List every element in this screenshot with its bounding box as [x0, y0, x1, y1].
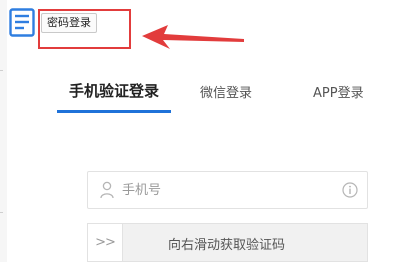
login-tabs: 手机验证登录 微信登录 APP登录: [57, 74, 409, 114]
slider-handle[interactable]: >>: [88, 224, 123, 261]
annotation-arrow-icon: [142, 25, 244, 49]
slide-verification-bar[interactable]: >> 向右滑动获取验证码: [87, 223, 368, 262]
tab-phone-verification[interactable]: 手机验证登录: [69, 80, 159, 101]
annotation-highlight-box: [38, 9, 131, 49]
active-tab-indicator: [57, 110, 171, 113]
info-icon[interactable]: [342, 182, 358, 198]
slider-label: 向右滑动获取验证码: [168, 238, 286, 253]
list-icon[interactable]: [9, 8, 35, 38]
phone-input[interactable]: [122, 180, 322, 200]
tab-app-login[interactable]: APP登录: [313, 82, 364, 101]
page-edge: [0, 0, 7, 262]
tab-wechat-login[interactable]: 微信登录: [200, 82, 252, 101]
user-icon: [100, 181, 114, 199]
phone-field[interactable]: [87, 171, 368, 209]
